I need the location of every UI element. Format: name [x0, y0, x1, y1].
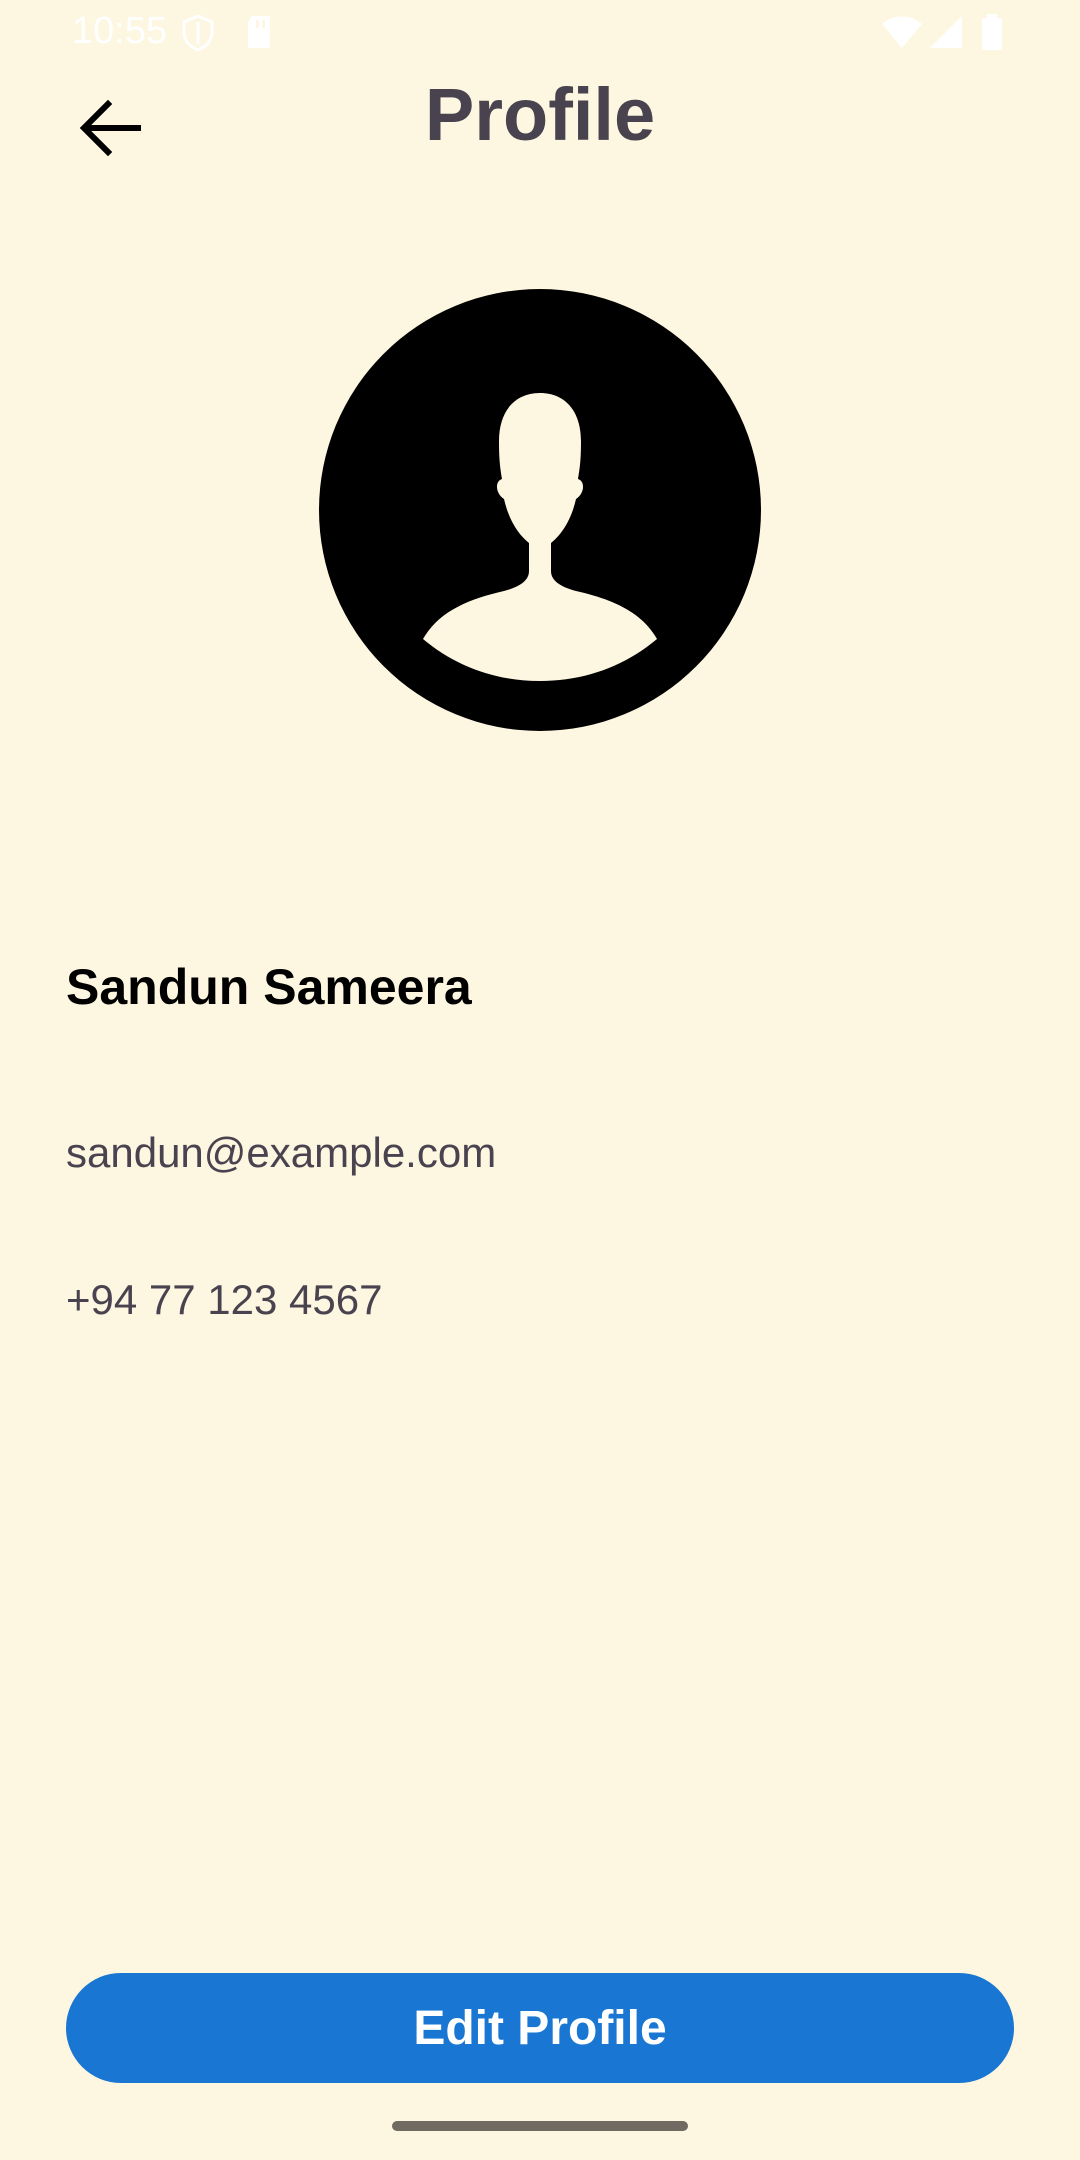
navigation-handle[interactable]: [392, 2121, 688, 2131]
signal-icon: [928, 14, 964, 55]
user-name: Sandun Sameera: [66, 959, 472, 1015]
status-time: 10:55: [72, 10, 168, 52]
sd-card-icon: [244, 14, 274, 55]
user-avatar-icon: [319, 289, 761, 735]
page-title: Profile: [424, 73, 656, 156]
wifi-icon: [880, 14, 924, 55]
shield-icon: [180, 14, 216, 57]
profile-screen: 10:55 Profile Sandun Sameera sandun@exam…: [0, 0, 1080, 2160]
status-bar: 10:55: [0, 0, 1080, 64]
user-phone: +94 77 123 4567: [66, 1276, 383, 1323]
edit-profile-label: Edit Profile: [413, 2001, 667, 2055]
edit-profile-button[interactable]: Edit Profile: [66, 1973, 1014, 2083]
battery-icon: [980, 14, 1004, 57]
avatar: [319, 289, 761, 731]
user-email: sandun@example.com: [66, 1129, 497, 1176]
